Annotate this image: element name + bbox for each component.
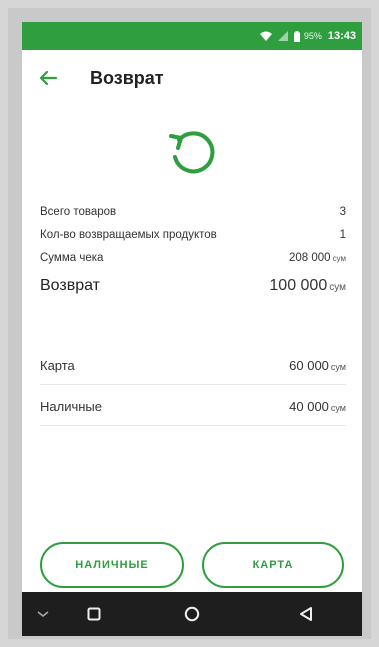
back-arrow-icon[interactable]: [36, 66, 60, 90]
refund-unit: сум: [329, 282, 346, 293]
total-items-label: Всего товаров: [40, 206, 117, 218]
summary-row-total-items: Всего товаров 3: [40, 206, 346, 229]
card-label: Карта: [40, 357, 75, 373]
payment-row-cash: Наличные 40 000 сум: [40, 387, 346, 426]
signal-icon: [277, 31, 288, 41]
android-nav-bar: [22, 592, 362, 636]
wifi-icon: [259, 31, 272, 41]
cash-label: Наличные: [40, 398, 102, 414]
battery-icon: [293, 30, 300, 42]
total-items-value: 3: [339, 206, 346, 218]
card-value: 60 000: [289, 357, 329, 373]
return-count-label: Кол-во возвращаемых продуктов: [40, 229, 217, 241]
return-count-value: 1: [339, 229, 346, 241]
card-unit: сум: [330, 361, 346, 372]
card-amount: 60 000 сум: [289, 358, 346, 373]
receipt-summary: Всего товаров 3 Кол-во возвращаемых прод…: [40, 206, 346, 309]
receipt-sum-label: Сумма чека: [40, 252, 104, 264]
nav-recents-icon[interactable]: [74, 592, 114, 636]
refund-icon: [165, 124, 219, 178]
battery-percent: 95%: [303, 31, 322, 41]
summary-row-return-count: Кол-во возвращаемых продуктов 1: [40, 229, 346, 252]
status-bar: 95% 13:43: [22, 22, 362, 50]
nav-home-icon[interactable]: [172, 592, 212, 636]
receipt-sum-unit: сум: [332, 254, 346, 263]
payment-row-card: Карта 60 000 сум: [40, 346, 346, 385]
refund-label: Возврат: [40, 277, 100, 294]
cash-button[interactable]: НАЛИЧНЫЕ: [40, 542, 184, 588]
clock: 13:43: [327, 30, 356, 42]
cash-value: 40 000: [289, 398, 329, 414]
refund-value: 100 000: [269, 277, 328, 294]
summary-row-refund: Возврат 100 000 сум: [40, 277, 346, 309]
summary-row-receipt-sum: Сумма чека 208 000 сум: [40, 252, 346, 275]
refund-amount: 100 000 сум: [269, 277, 346, 295]
receipt-sum-amount: 208 000 сум: [289, 252, 346, 264]
phone-screen: 95% 13:43 Возврат Всего товаров 3 Кол-во…: [22, 22, 362, 636]
card-button[interactable]: КАРТА: [202, 542, 344, 588]
payment-breakdown: Карта 60 000 сум Наличные 40 000 сум: [40, 346, 346, 426]
nav-collapse-icon[interactable]: [28, 592, 58, 636]
cash-unit: сум: [330, 402, 346, 413]
app-bar: Возврат: [22, 50, 362, 106]
page-title: Возврат: [90, 68, 164, 88]
nav-back-icon[interactable]: [286, 592, 326, 636]
cash-amount: 40 000 сум: [289, 399, 346, 414]
receipt-sum-value: 208 000: [289, 252, 331, 264]
